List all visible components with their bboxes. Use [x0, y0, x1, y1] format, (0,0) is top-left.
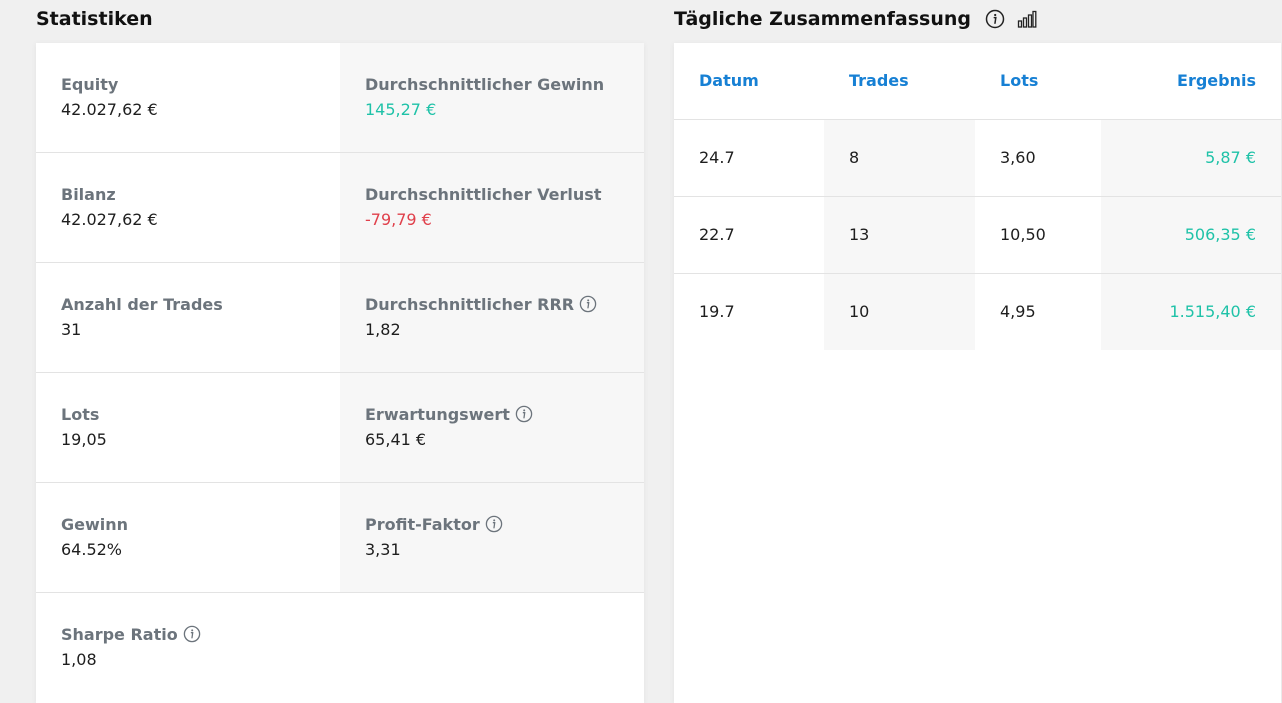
table-row[interactable]: 24.7 8 3,60 5,87 €: [674, 119, 1281, 197]
column-header-ergebnis[interactable]: Ergebnis: [1101, 43, 1281, 120]
stat-label-text: Sharpe Ratio: [61, 624, 178, 644]
stat-lots: Lots 19,05: [36, 373, 340, 482]
stat-sharpe-ratio: Sharpe Ratio 1,08: [36, 593, 340, 703]
cell-trades: 13: [824, 196, 975, 274]
daily-summary-title: Tägliche Zusammenfassung: [674, 8, 1037, 30]
statistics-card: Equity 42.027,62 € Durchschnittlicher Ge…: [36, 43, 644, 703]
cell-lots: 4,95: [1000, 302, 1036, 322]
stat-label: Erwartungswert: [365, 404, 644, 424]
cell-ergebnis: 5,87 €: [1101, 119, 1281, 197]
stat-value: 42.027,62 €: [61, 210, 158, 229]
info-icon[interactable]: [579, 295, 597, 313]
column-header-lots[interactable]: Lots: [975, 43, 1101, 120]
column-header-trades[interactable]: Trades: [824, 43, 975, 120]
stat-value: 1,82: [365, 320, 401, 339]
stat-label-text: Durchschnittlicher RRR: [365, 294, 575, 314]
info-icon[interactable]: [183, 625, 201, 643]
cell-trades: 8: [824, 119, 975, 197]
stat-value: 145,27 €: [365, 100, 437, 119]
stat-value: 1,08: [61, 650, 97, 669]
info-icon[interactable]: [985, 9, 1005, 29]
stats-row: Sharpe Ratio 1,08: [36, 593, 644, 703]
daily-summary-title-text: Tägliche Zusammenfassung: [674, 8, 971, 30]
stat-expected-value: Erwartungswert 65,41 €: [340, 373, 644, 482]
stat-label-text: Erwartungswert: [365, 404, 510, 424]
stat-value: 31: [61, 320, 82, 339]
stat-profit-factor: Profit-Faktor 3,31: [340, 483, 644, 592]
stat-label: Sharpe Ratio: [61, 624, 340, 644]
stat-win-rate: Gewinn 64.52%: [36, 483, 340, 592]
stats-row: Bilanz 42.027,62 € Durchschnittlicher Ve…: [36, 153, 644, 263]
stat-label: Gewinn: [61, 514, 129, 534]
cell-lots: 10,50: [975, 196, 1101, 274]
stat-label: Equity: [61, 74, 119, 94]
cell-datum: 19.7: [699, 302, 735, 322]
cell-trades: 10: [824, 273, 975, 350]
daily-summary-table: Datum Trades Lots Ergebnis 24.7 8 3,60 5…: [674, 43, 1281, 350]
table-header-row: Datum Trades Lots Ergebnis: [674, 43, 1281, 120]
cell-lots: 3,60: [975, 119, 1101, 197]
table-row[interactable]: 22.7 13 10,50 506,35 €: [674, 196, 1281, 274]
stat-equity: Equity 42.027,62 €: [36, 43, 340, 152]
info-icon[interactable]: [485, 515, 503, 533]
stat-label: Anzahl der Trades: [61, 294, 223, 314]
stats-row: Anzahl der Trades 31 Durchschnittlicher …: [36, 263, 644, 373]
info-icon[interactable]: [515, 405, 533, 423]
bar-chart-icon[interactable]: [1017, 10, 1037, 28]
stat-number-of-trades: Anzahl der Trades 31: [36, 263, 340, 372]
stat-value: 19,05: [61, 430, 107, 449]
stat-value: 64.52%: [61, 540, 123, 559]
statistics-title-text: Statistiken: [36, 8, 153, 30]
cell-datum: 22.7: [674, 196, 824, 274]
stat-label: Durchschnittlicher RRR: [365, 294, 644, 314]
stat-average-rrr: Durchschnittlicher RRR 1,82: [340, 263, 644, 372]
stat-label: Durchschnittlicher Gewinn: [365, 74, 605, 94]
cell-datum: 24.7: [674, 119, 824, 197]
stat-label: Profit-Faktor: [365, 514, 644, 534]
stats-row: Gewinn 64.52% Profit-Faktor 3,31: [36, 483, 644, 593]
stat-label-text: Profit-Faktor: [365, 514, 480, 534]
stat-value: 42.027,62 €: [61, 100, 158, 119]
stat-label: Durchschnittlicher Verlust: [365, 184, 602, 204]
stat-average-loss: Durchschnittlicher Verlust -79,79 €: [340, 153, 644, 262]
stat-value: -79,79 €: [365, 210, 432, 229]
stat-label: Lots: [61, 404, 100, 424]
cell-ergebnis: 1.515,40 €: [1101, 273, 1281, 350]
stat-balance: Bilanz 42.027,62 €: [36, 153, 340, 262]
stat-label: Bilanz: [61, 184, 116, 204]
statistics-title: Statistiken: [36, 8, 153, 30]
stat-average-profit: Durchschnittlicher Gewinn 145,27 €: [340, 43, 644, 152]
stat-value: 3,31: [365, 540, 401, 559]
table-row[interactable]: 19.7 10 4,95 1.515,40 €: [674, 273, 1281, 350]
stats-row: Equity 42.027,62 € Durchschnittlicher Ge…: [36, 43, 644, 153]
daily-summary-card: Datum Trades Lots Ergebnis 24.7 8 3,60 5…: [674, 43, 1281, 703]
stats-row: Lots 19,05 Erwartungswert 65,41 €: [36, 373, 644, 483]
cell-ergebnis: 506,35 €: [1101, 196, 1281, 274]
stat-value: 65,41 €: [365, 430, 427, 449]
column-header-datum[interactable]: Datum: [674, 43, 824, 120]
